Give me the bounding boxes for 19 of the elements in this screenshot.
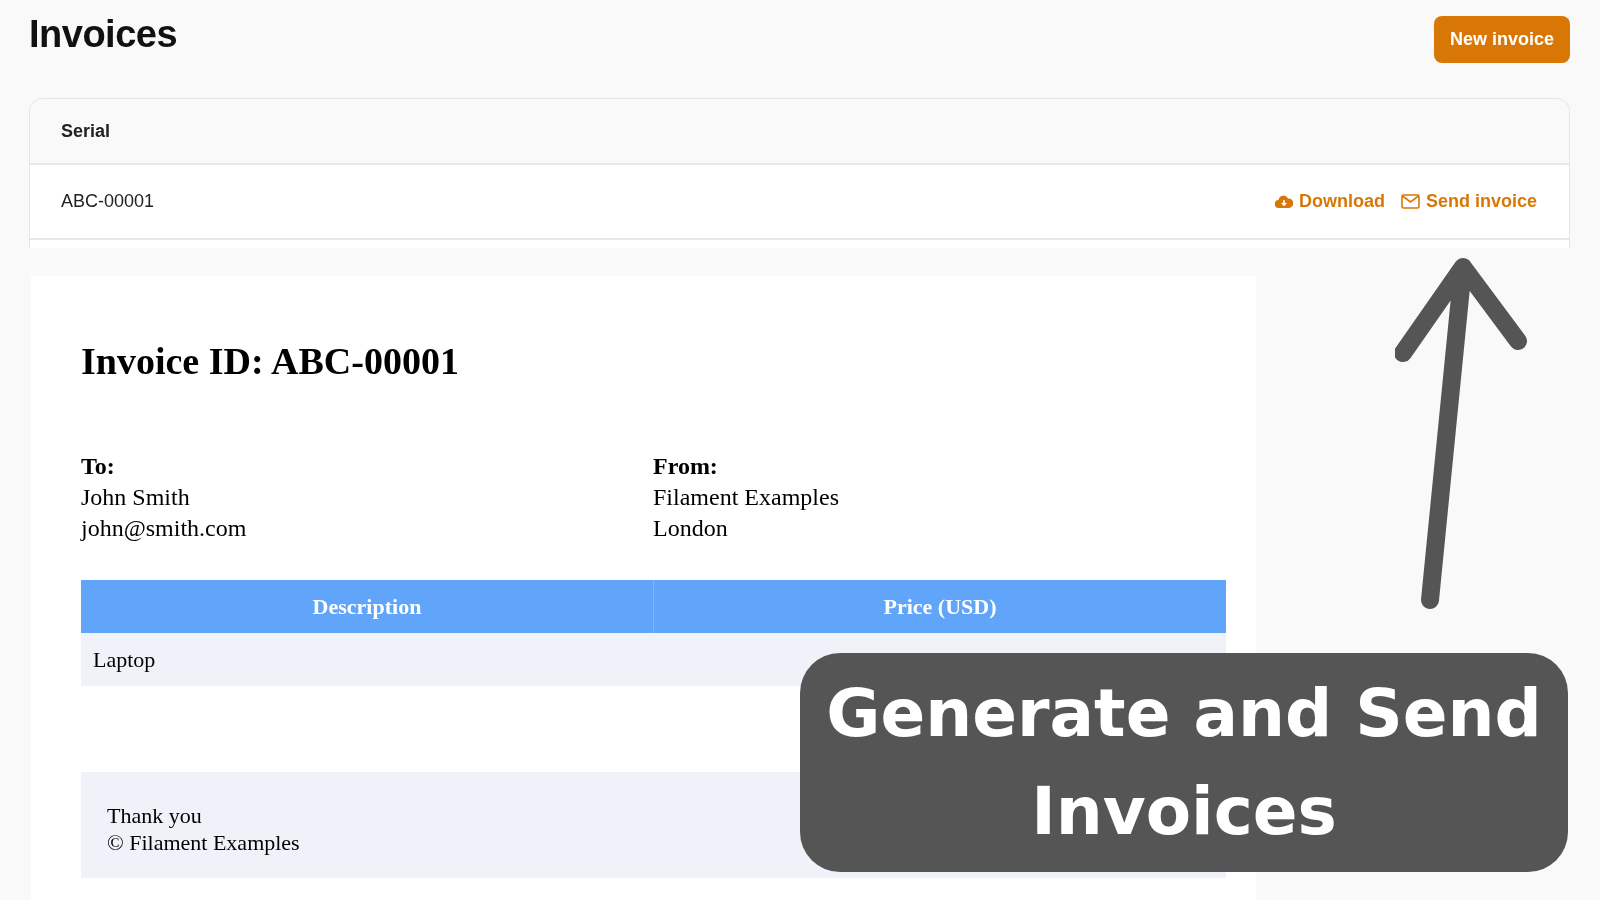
new-invoice-button[interactable]: New invoice xyxy=(1433,15,1570,63)
column-header: Description xyxy=(311,592,423,621)
address-line: Filament Examples xyxy=(653,483,840,512)
to-label: To: xyxy=(81,452,116,481)
banner-caption: Generate and Send Invoices xyxy=(800,653,1568,872)
envelope-icon xyxy=(1400,194,1420,209)
address-line: London xyxy=(653,514,729,543)
footer-text: © Filament Examples xyxy=(107,829,301,856)
invoice-heading: Invoice ID: ABC-00001 xyxy=(81,339,460,383)
address-line: john@smith.com xyxy=(81,514,248,543)
from-label: From: xyxy=(653,452,719,481)
table-cell: Laptop xyxy=(93,646,156,673)
send-invoice-link[interactable]: Send invoice xyxy=(1400,191,1537,212)
page-title: Invoices xyxy=(29,12,178,56)
column-header: Serial xyxy=(61,120,111,142)
table-cell: ABC-00001 xyxy=(61,191,155,212)
cloud-download-icon xyxy=(1274,194,1293,209)
download-link[interactable]: Download xyxy=(1274,191,1385,212)
address-line: John Smith xyxy=(81,483,191,512)
